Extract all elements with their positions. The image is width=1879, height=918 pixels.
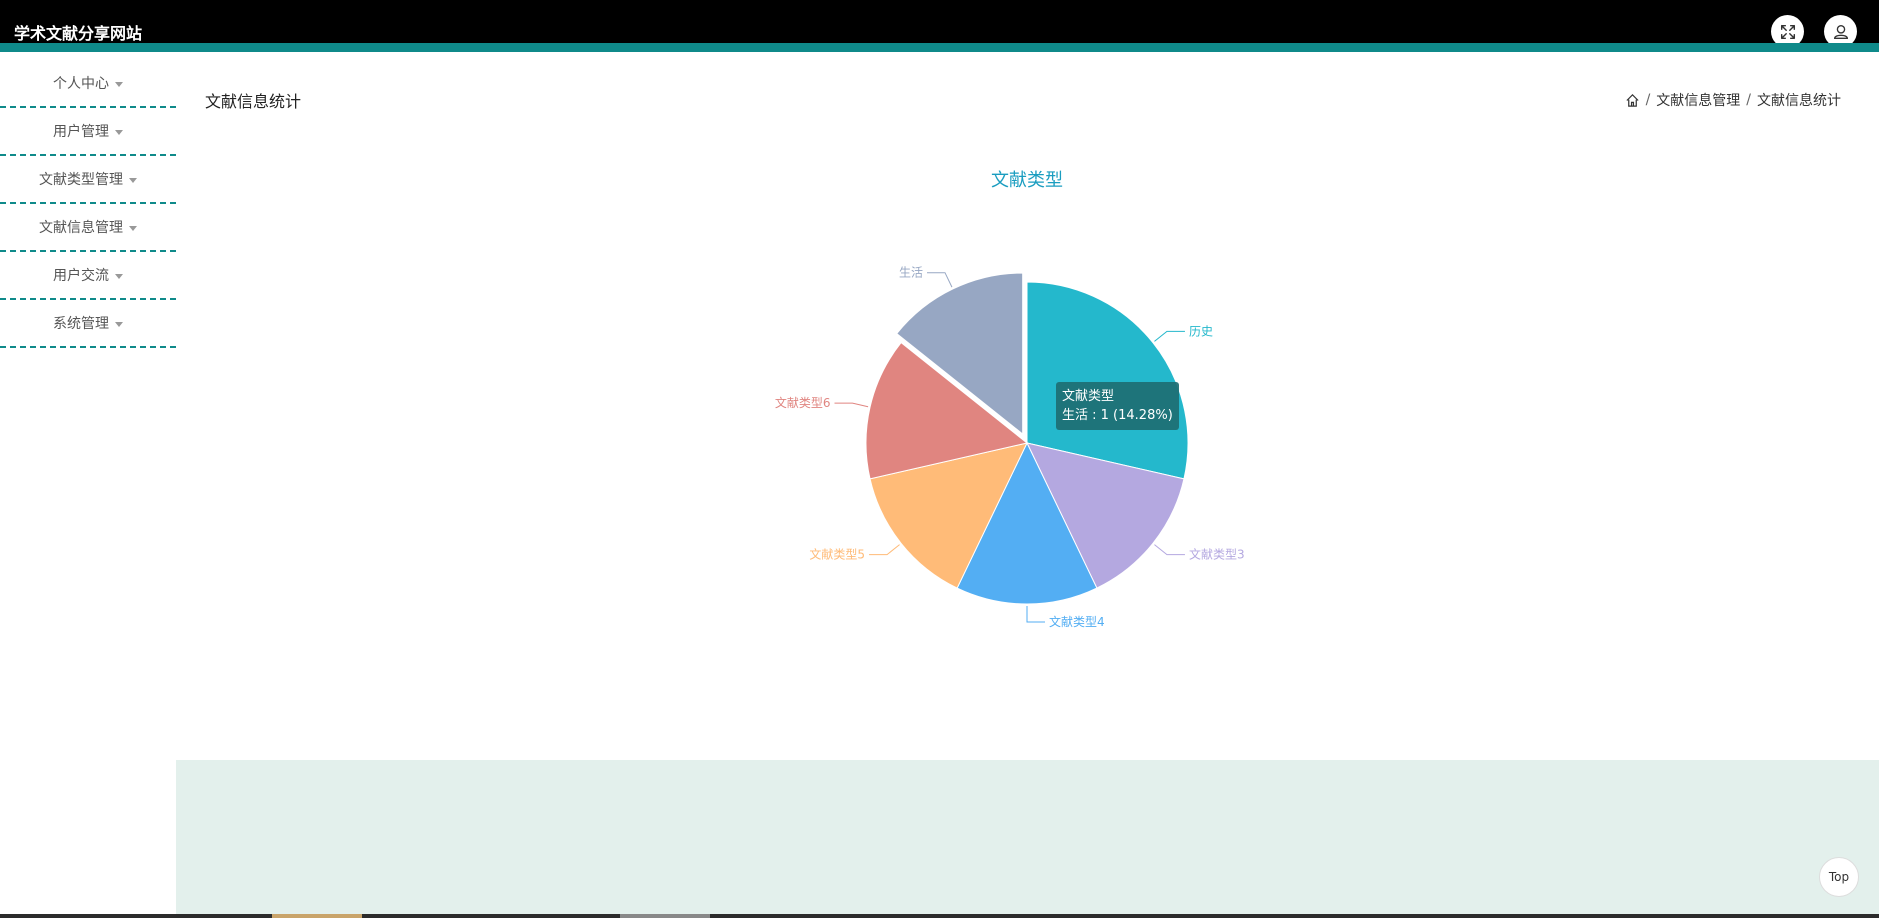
- tooltip-title: 文献类型: [1062, 389, 1115, 404]
- sidebar-item-system-management[interactable]: 系统管理: [0, 300, 176, 348]
- sidebar-item-personal-center[interactable]: 个人中心: [0, 60, 176, 108]
- breadcrumb-item: 文献信息统计: [1757, 93, 1841, 109]
- sidebar-item-user-exchange[interactable]: 用户交流: [0, 252, 176, 300]
- breadcrumb-separator: /: [1645, 92, 1651, 108]
- slice-label: 文献类型6: [775, 395, 831, 410]
- sidebar-item-label: 文献信息管理: [39, 220, 123, 236]
- label-line: [926, 272, 953, 288]
- sidebar-item-label: 文献类型管理: [39, 172, 123, 188]
- slice-label: 文献类型4: [1049, 614, 1105, 629]
- sidebar-item-label: 用户交流: [53, 268, 109, 284]
- back-to-top-button[interactable]: Top: [1819, 857, 1859, 897]
- label-line: [1026, 606, 1045, 623]
- sidebar: 个人中心 用户管理 文献类型管理 文献信息管理 用户交流 系统管理: [0, 60, 176, 348]
- bottom-strip: [0, 914, 1879, 918]
- tooltip-value: 生活 : 1 (14.28%): [1062, 408, 1173, 423]
- label-line: [869, 544, 900, 556]
- site-title: 学术文献分享网站: [14, 24, 143, 43]
- sidebar-item-user-management[interactable]: 用户管理: [0, 108, 176, 156]
- sidebar-item-label: 系统管理: [53, 316, 109, 332]
- sidebar-item-literature-info-management[interactable]: 文献信息管理: [0, 204, 176, 252]
- caret-down-icon: [115, 81, 123, 87]
- header-accent-bar: [0, 43, 1879, 52]
- label-line: [1154, 544, 1185, 556]
- top-header: 学术文献分享网站: [0, 0, 1879, 52]
- footer-area: [176, 760, 1879, 918]
- chart-tooltip: 文献类型 生活 : 1 (14.28%): [1056, 382, 1179, 430]
- caret-down-icon: [115, 273, 123, 279]
- caret-down-icon: [115, 129, 123, 135]
- slice-label: 生活: [899, 266, 923, 280]
- slice-label: 历史: [1189, 324, 1213, 338]
- user-icon: [1833, 24, 1848, 39]
- caret-down-icon: [129, 177, 137, 183]
- label-line: [1154, 330, 1185, 342]
- page-title: 文献信息统计: [205, 92, 302, 111]
- chart-title: 文献类型: [991, 170, 1063, 191]
- breadcrumb: / 文献信息管理 / 文献信息统计: [1625, 90, 1841, 110]
- caret-down-icon: [115, 321, 123, 327]
- pie-slices: [865, 272, 1189, 605]
- pie-chart: 文献类型 历史文献类型3 文献类型4 文献类型5 文献类型6 生活: [775, 170, 1245, 629]
- home-icon[interactable]: [1625, 93, 1640, 108]
- sidebar-item-label: 用户管理: [53, 124, 109, 140]
- bottom-strip-segment: [272, 914, 362, 918]
- breadcrumb-item[interactable]: 文献信息管理: [1656, 90, 1740, 110]
- label-line: [834, 402, 869, 408]
- slice-label: 文献类型3: [1189, 547, 1245, 562]
- slice-label: 文献类型5: [809, 547, 865, 562]
- breadcrumb-separator: /: [1746, 92, 1751, 108]
- bottom-strip-segment: [620, 914, 710, 918]
- fullscreen-icon: [1780, 24, 1795, 39]
- caret-down-icon: [129, 225, 137, 231]
- sidebar-item-label: 个人中心: [53, 76, 109, 92]
- sidebar-item-literature-type-management[interactable]: 文献类型管理: [0, 156, 176, 204]
